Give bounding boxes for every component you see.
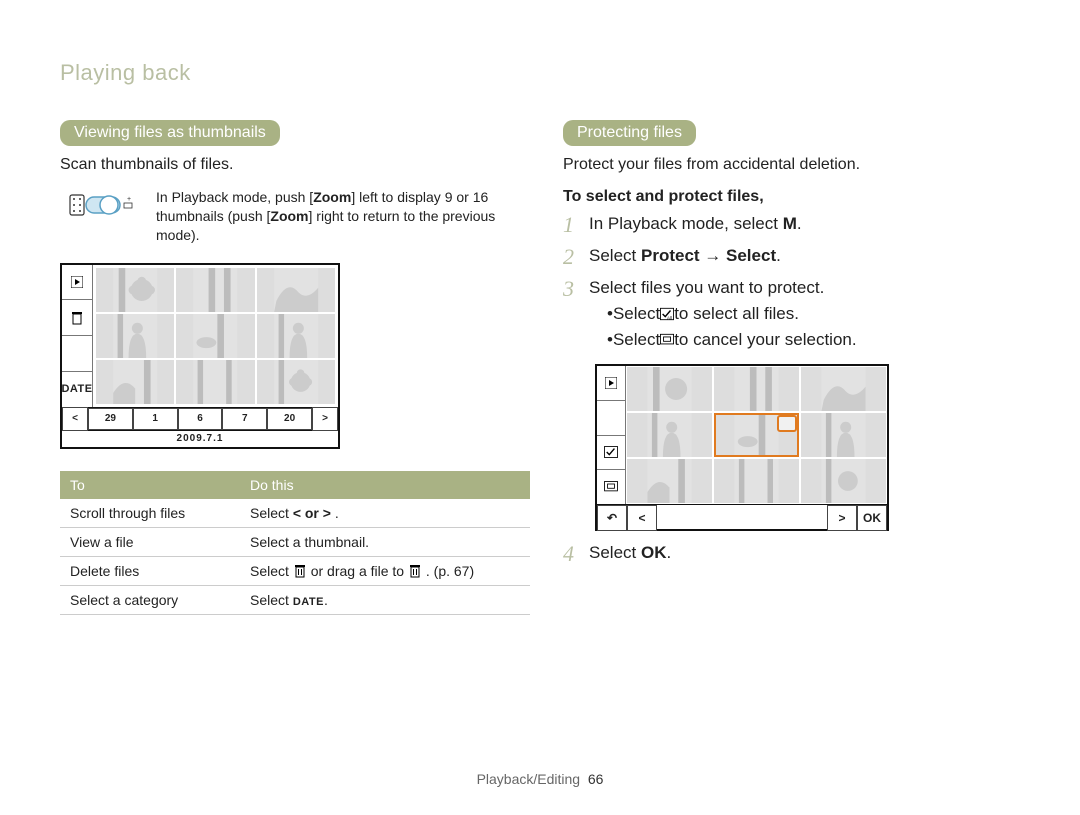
- prev-page-icon: <: [62, 407, 88, 431]
- table-header-to: To: [60, 471, 240, 499]
- ok-icon: OK: [641, 543, 667, 562]
- heading-viewing-thumbnails: Viewing ﬁles as thumbnails: [60, 120, 280, 146]
- trash-icon: [408, 563, 422, 579]
- next-icon: >: [827, 505, 857, 531]
- breadcrumb: Playing back: [60, 60, 1020, 86]
- page-footer: Playback/Editing 66: [0, 771, 1080, 787]
- ok-button: OK: [857, 505, 887, 531]
- protect-steps: 1In Playback mode, select M. 2Select Pro…: [563, 212, 1020, 356]
- lead-right: Protect your files from accidental delet…: [563, 156, 1020, 174]
- prev-icon: <: [627, 505, 657, 531]
- zoom-instruction: + In Playback mode, push [Zoom] left to …: [60, 188, 517, 245]
- heading-protecting-files: Protecting ﬁles: [563, 120, 696, 146]
- zoom-icon: +: [60, 188, 150, 222]
- table-row: Select a category Select DATE.: [60, 585, 530, 614]
- play-icon: [62, 265, 92, 301]
- table-header-do: Do this: [240, 471, 530, 499]
- svg-text:All: All: [667, 315, 672, 320]
- protect-steps-cont: 4Select OK.: [563, 541, 1020, 567]
- subhead-select-protect: To select and protect ﬁles,: [563, 188, 1020, 206]
- select-all-icon: [597, 436, 625, 471]
- thumbnail-viewer-screenshot: DATE: [60, 263, 340, 449]
- date-icon: DATE: [62, 372, 92, 407]
- actions-table: To Do this Scroll through files Select <…: [60, 471, 530, 615]
- table-row: Delete files Select or drag a file to . …: [60, 556, 530, 585]
- deselect-icon: [597, 470, 625, 504]
- table-row: Scroll through files Select < or > .: [60, 499, 530, 528]
- col-right: Protecting ﬁles Protect your files from …: [563, 120, 1020, 615]
- svg-text:+: +: [127, 196, 131, 203]
- col-left: Viewing ﬁles as thumbnails Scan thumbnai…: [60, 120, 517, 615]
- lead-left: Scan thumbnails of files.: [60, 156, 517, 174]
- trash-icon: [293, 563, 307, 579]
- lock-icon: [777, 415, 797, 432]
- next-page-icon: >: [312, 407, 338, 431]
- selected-thumbnail: [714, 413, 799, 457]
- trash-icon: [62, 300, 92, 336]
- zoom-instruction-text: In Playback mode, push [Zoom] left to di…: [156, 188, 517, 245]
- menu-icon: M: [783, 214, 797, 233]
- back-icon: ↶: [597, 505, 627, 531]
- play-icon: [597, 366, 625, 401]
- manual-page: Playing back Viewing ﬁles as thumbnails …: [0, 0, 1080, 815]
- table-row: View a file Select a thumbnail.: [60, 527, 530, 556]
- deselect-icon: [660, 330, 674, 350]
- date-indicator: 2009.7.1: [62, 430, 338, 447]
- select-all-icon: All: [660, 304, 674, 324]
- protect-screenshot: ↶ < > OK: [595, 364, 889, 531]
